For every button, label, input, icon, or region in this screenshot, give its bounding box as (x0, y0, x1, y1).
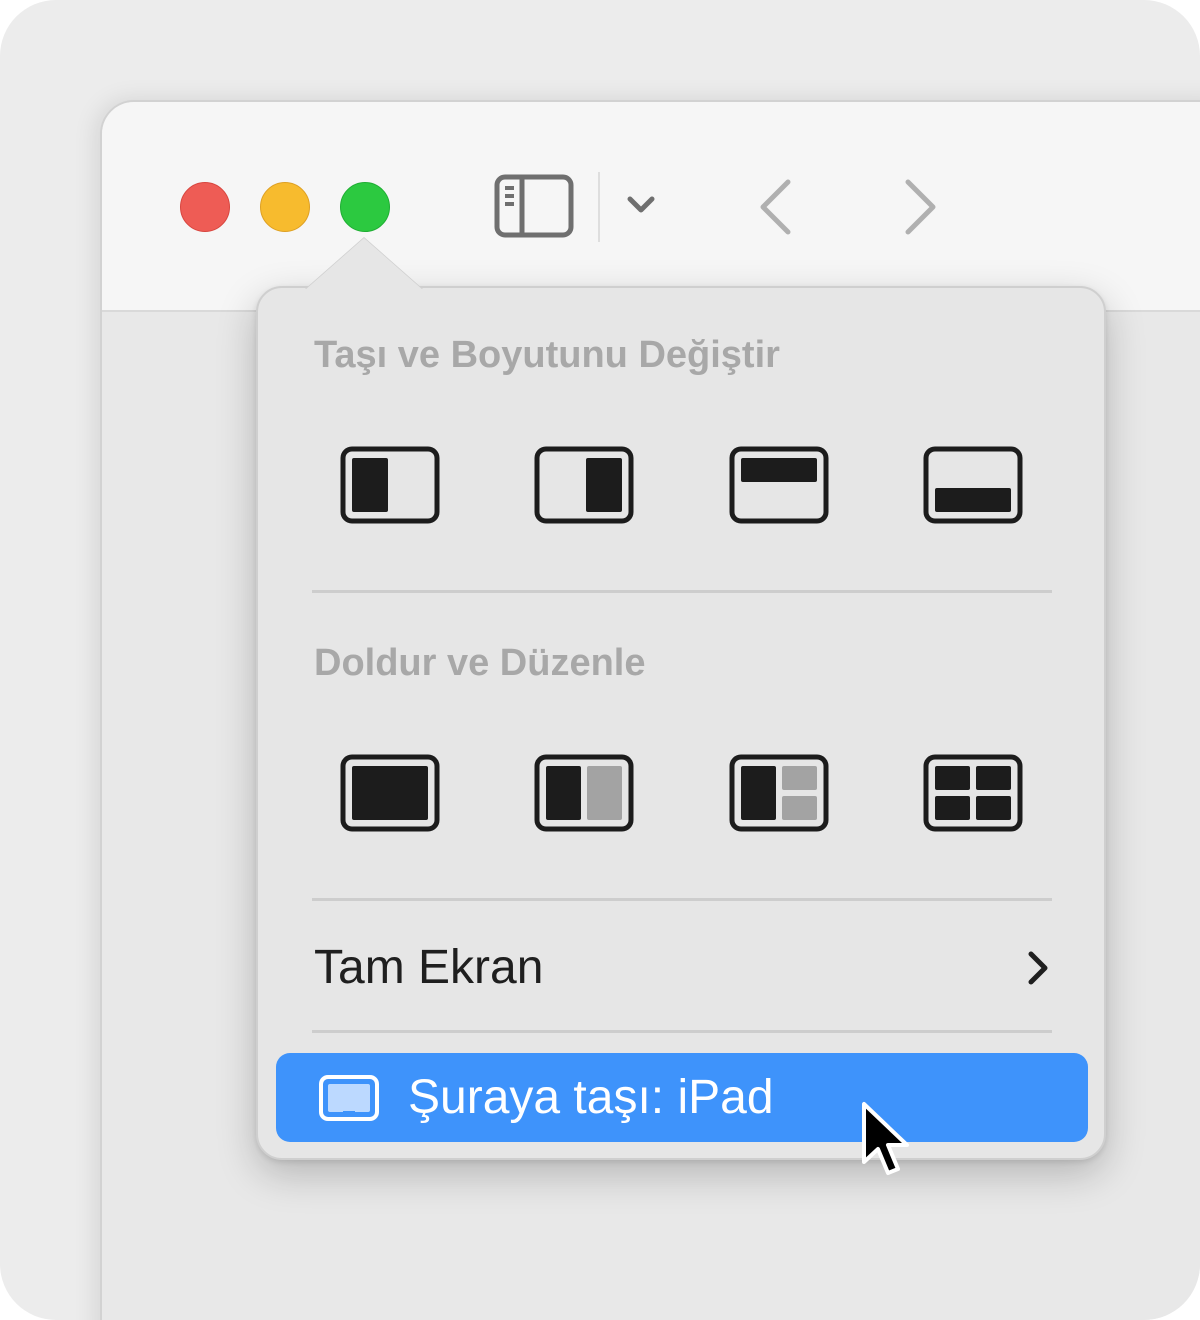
move-to-ipad-label: Şuraya taşı: iPad (408, 1071, 774, 1124)
fill-icon (340, 754, 440, 832)
quarters-icon (923, 754, 1023, 832)
move-to-ipad-menu-item[interactable]: Şuraya taşı: iPad (276, 1053, 1088, 1142)
top-half-button[interactable] (729, 446, 829, 524)
bottom-half-icon (923, 446, 1023, 524)
split-two-button[interactable] (534, 754, 634, 832)
forward-chevron-icon[interactable] (898, 176, 942, 238)
chevron-down-icon[interactable] (624, 190, 658, 220)
mouse-pointer-icon (862, 1102, 909, 1175)
split-three-button[interactable] (729, 754, 829, 832)
left-half-icon (340, 446, 440, 524)
sidebar-icon[interactable] (494, 174, 574, 238)
top-half-icon (729, 446, 829, 524)
split-two-icon (534, 754, 634, 832)
full-screen-label: Tam Ekran (314, 941, 544, 994)
right-half-icon (534, 446, 634, 524)
quarters-button[interactable] (923, 754, 1023, 832)
bottom-half-button[interactable] (923, 446, 1023, 524)
minimize-button[interactable] (260, 182, 310, 232)
popover-arrow (305, 238, 423, 290)
close-button[interactable] (180, 182, 230, 232)
toolbar-divider (598, 172, 600, 242)
split-three-icon (729, 754, 829, 832)
right-half-button[interactable] (534, 446, 634, 524)
fill-button[interactable] (340, 754, 440, 832)
full-screen-menu-item[interactable]: Tam Ekran (298, 914, 1068, 1022)
menu-separator (312, 590, 1052, 593)
menu-separator (312, 898, 1052, 901)
section-title-move-resize: Taşı ve Boyutunu Değiştir (314, 334, 780, 376)
zoom-button[interactable] (340, 182, 390, 232)
left-half-button[interactable] (340, 446, 440, 524)
back-chevron-icon[interactable] (754, 176, 798, 238)
section-title-fill-arrange: Doldur ve Düzenle (314, 642, 646, 684)
window-tiling-popover: Taşı ve Boyutunu Değiştir Doldur ve Düze… (256, 286, 1106, 1160)
menu-separator (312, 1030, 1052, 1033)
window-titlebar (102, 102, 1200, 312)
chevron-right-icon (1028, 951, 1048, 985)
ipad-icon (319, 1075, 379, 1121)
